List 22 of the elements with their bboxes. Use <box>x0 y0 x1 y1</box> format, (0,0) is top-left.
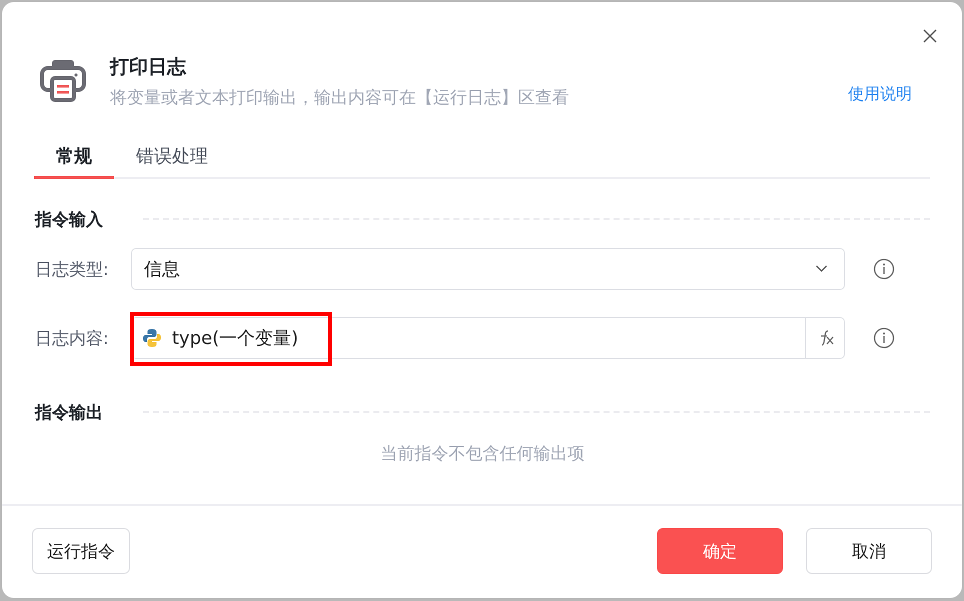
section-title: 指令输入 <box>35 208 103 230</box>
input-field[interactable]: type(一个变量) <box>131 317 845 359</box>
action-button[interactable]: 运行指令 <box>32 528 130 574</box>
dialog-description: 将变量或者文本打印输出，输出内容可在【运行日志】区查看 <box>110 87 570 110</box>
section-title: 指令输出 <box>35 402 103 424</box>
help-link[interactable]: 使用说明 <box>848 84 912 105</box>
close-icon[interactable] <box>922 28 938 44</box>
action-button[interactable]: 取消 <box>806 528 932 574</box>
empty-message: 当前指令不包含任何输出项 <box>380 443 586 465</box>
dropdown-value: 信息 <box>144 258 181 281</box>
python-icon <box>142 328 162 348</box>
dialog-title: 打印日志 <box>110 55 188 80</box>
info-icon[interactable] <box>873 327 895 349</box>
tab[interactable]: 常规 <box>34 144 114 179</box>
info-icon[interactable] <box>873 258 895 280</box>
chevron-down-icon <box>815 265 828 273</box>
printer-icon <box>40 58 86 102</box>
log-type-dropdown[interactable]: 信息 <box>131 248 845 290</box>
field-label: 日志内容: <box>35 328 110 350</box>
field-label: 日志类型: <box>35 258 110 280</box>
expression-value: type(一个变量) <box>172 327 300 350</box>
tab[interactable]: 错误处理 <box>114 144 230 179</box>
